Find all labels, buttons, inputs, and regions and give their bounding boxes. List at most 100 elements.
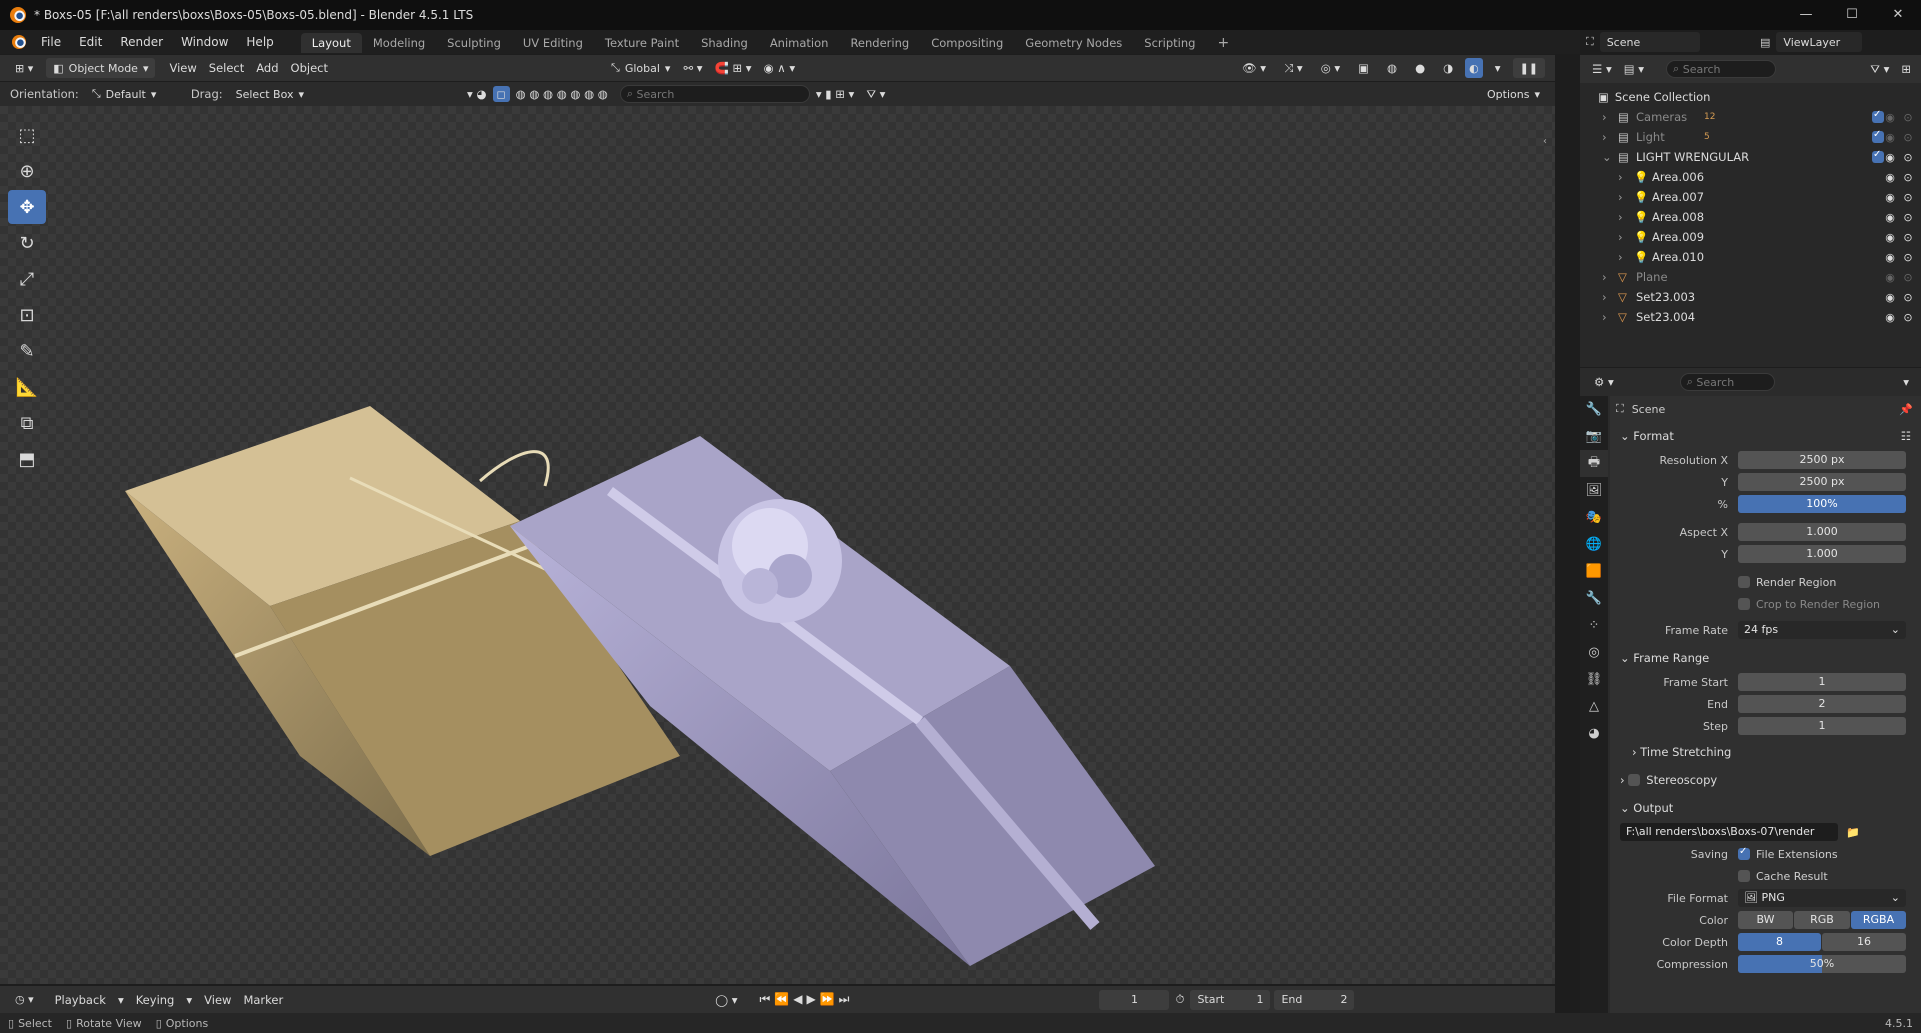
constraints-tab-icon[interactable]: ⛓: [1580, 666, 1608, 693]
visibility-icon[interactable]: 👁 ▾: [1236, 59, 1272, 77]
visibility-eye-icon[interactable]: ◉: [1882, 291, 1898, 304]
properties-editor-icon[interactable]: ⚙ ▾: [1588, 373, 1620, 391]
render-camera-icon[interactable]: ⊙: [1900, 171, 1916, 184]
outliner-filter-icon[interactable]: ⛛ ▾: [1864, 60, 1895, 79]
shading-solid-icon[interactable]: ●: [1409, 59, 1431, 77]
menu-window[interactable]: Window: [172, 35, 237, 49]
options-dropdown[interactable]: Options ▾: [1480, 84, 1547, 104]
time-stretching-header[interactable]: › Time Stretching: [1610, 738, 1921, 766]
visibility-eye-icon[interactable]: ◉: [1882, 311, 1898, 324]
start-frame-field[interactable]: Start 1: [1190, 989, 1271, 1010]
physics-tab-icon[interactable]: ◎: [1580, 639, 1608, 666]
file-extensions-checkbox[interactable]: [1738, 846, 1750, 860]
compression-slider[interactable]: 50%: [1738, 955, 1906, 973]
drag-dropdown[interactable]: Select Box ▾: [229, 84, 311, 104]
tab-geometry-nodes[interactable]: Geometry Nodes: [1014, 33, 1133, 53]
auto-keying-icon[interactable]: ◯ ▾: [709, 991, 743, 1009]
color-rgba-button[interactable]: RGBA: [1851, 911, 1906, 929]
color-rgb-button[interactable]: RGB: [1794, 911, 1850, 929]
crop-region-checkbox[interactable]: [1738, 598, 1750, 610]
tab-modeling[interactable]: Modeling: [362, 33, 436, 53]
render-camera-icon[interactable]: ⊙: [1900, 251, 1916, 264]
visibility-eye-icon[interactable]: ◉: [1882, 191, 1898, 204]
shading-wireframe-icon[interactable]: ◍: [1381, 59, 1403, 77]
minimize-button[interactable]: —: [1783, 0, 1829, 30]
end-frame-field[interactable]: End 2: [1274, 989, 1355, 1010]
xray-icon[interactable]: ▣: [1352, 59, 1375, 77]
menu-select[interactable]: Select: [203, 59, 250, 77]
properties-options-icon[interactable]: ▾: [1897, 373, 1915, 391]
shading-material-icon[interactable]: ◑: [1437, 59, 1459, 77]
outliner-item[interactable]: › ▽ Set23.003 ◉ ⊙: [1580, 287, 1921, 307]
transform-tool-icon[interactable]: ⊡: [8, 298, 46, 332]
expand-chevron-icon[interactable]: ›: [1618, 210, 1623, 224]
menu-object[interactable]: Object: [285, 59, 334, 77]
presets-icon[interactable]: ☷: [1901, 429, 1911, 443]
view-layer-tab-icon[interactable]: 🖼: [1580, 477, 1608, 504]
render-camera-icon[interactable]: ⊙: [1900, 131, 1916, 144]
add-cube-tool-icon[interactable]: ⧉: [8, 406, 46, 440]
render-camera-icon[interactable]: ⊙: [1900, 211, 1916, 224]
add-primitive-tool-icon[interactable]: ⬒: [8, 442, 46, 476]
resolution-y-field[interactable]: 2500 px: [1738, 473, 1906, 491]
rotate-tool-icon[interactable]: ↻: [8, 226, 46, 260]
render-camera-icon[interactable]: ⊙: [1900, 271, 1916, 284]
depth-16-button[interactable]: 16: [1822, 933, 1906, 951]
menu-file[interactable]: File: [32, 35, 70, 49]
orientation-dropdown[interactable]: ⤡ Default ▾: [85, 84, 185, 104]
editor-type-icon[interactable]: ⊞ ▾: [8, 58, 40, 78]
menu-edit[interactable]: Edit: [70, 35, 111, 49]
tool-tab-icon[interactable]: 🔧: [1580, 396, 1608, 423]
measure-tool-icon[interactable]: 📐: [8, 370, 46, 404]
render-camera-icon[interactable]: ⊙: [1900, 191, 1916, 204]
particles-tab-icon[interactable]: ⁘: [1580, 612, 1608, 639]
3d-viewport[interactable]: ‹: [0, 106, 1555, 984]
frame-start-field[interactable]: 1: [1738, 673, 1906, 691]
viewlayer-selector[interactable]: ▤ ViewLayer: [1760, 32, 1863, 52]
annotate-tool-icon[interactable]: ✎: [8, 334, 46, 368]
visibility-eye-icon[interactable]: ◉: [1882, 271, 1898, 284]
file-format-dropdown[interactable]: 🖼 PNG ⌄: [1738, 889, 1906, 907]
properties-search-input[interactable]: ⌕ Search: [1679, 373, 1775, 391]
world-tab-icon[interactable]: 🌐: [1580, 531, 1608, 558]
tab-rendering[interactable]: Rendering: [839, 33, 920, 53]
render-camera-icon[interactable]: ⊙: [1900, 151, 1916, 164]
object-tab-icon[interactable]: 🟧: [1580, 558, 1608, 585]
tab-texture-paint[interactable]: Texture Paint: [594, 33, 690, 53]
playback-controls-icon[interactable]: ⏮⏪◀▶⏩⏭: [754, 990, 860, 1009]
visibility-eye-icon[interactable]: ◉: [1882, 111, 1898, 124]
filter-dropdown-icon[interactable]: ▾ ◕: [461, 85, 492, 103]
outliner-item[interactable]: › ▤ Cameras 12 ◉⊙: [1580, 107, 1921, 127]
visibility-eye-icon[interactable]: ◉: [1882, 171, 1898, 184]
menu-render[interactable]: Render: [111, 35, 172, 49]
scene-tab-icon[interactable]: 🎭: [1580, 504, 1608, 531]
menu-keying[interactable]: Keying: [130, 991, 181, 1009]
output-panel-header[interactable]: ⌄ Output: [1610, 794, 1921, 822]
tab-scripting[interactable]: Scripting: [1133, 33, 1206, 53]
menu-help[interactable]: Help: [237, 35, 282, 49]
visibility-eye-icon[interactable]: ◉: [1882, 231, 1898, 244]
timeline-editor-icon[interactable]: ◷ ▾: [8, 990, 41, 1010]
depth-8-button[interactable]: 8: [1738, 933, 1821, 951]
visibility-eye-icon[interactable]: ◉: [1882, 211, 1898, 224]
bookmark-icon[interactable]: ▾ ▮ ⊞ ▾: [810, 85, 860, 103]
folder-icon[interactable]: 📁: [1846, 826, 1860, 839]
outliner-search-input[interactable]: ⌕ Search: [1666, 60, 1777, 78]
menu-marker[interactable]: Marker: [237, 991, 289, 1009]
pivot-icon[interactable]: ⚯ ▾: [677, 59, 708, 77]
object-type-filters-icon[interactable]: ◍ ◍ ◍ ◍ ◍ ◍ ◍: [510, 85, 614, 103]
outliner-item[interactable]: › ▽ Plane ◉ ⊙: [1580, 267, 1921, 287]
move-tool-icon[interactable]: ✥: [8, 190, 46, 224]
material-tab-icon[interactable]: ◕: [1580, 720, 1608, 747]
tab-animation[interactable]: Animation: [759, 33, 840, 53]
aspect-y-field[interactable]: 1.000: [1738, 545, 1906, 563]
stereoscopy-checkbox[interactable]: [1628, 774, 1641, 786]
stereoscopy-header[interactable]: › Stereoscopy: [1610, 766, 1921, 794]
resolution-x-field[interactable]: 2500 px: [1738, 451, 1906, 469]
outliner-item[interactable]: › ▤ Light 5 ◉⊙: [1580, 127, 1921, 147]
expand-chevron-icon[interactable]: ›: [1618, 250, 1623, 264]
visibility-eye-icon[interactable]: ◉: [1882, 151, 1898, 164]
output-tab-icon[interactable]: 🖶: [1580, 450, 1608, 477]
tab-layout[interactable]: Layout: [300, 33, 362, 53]
collapse-sidebar-icon[interactable]: ‹: [1543, 136, 1547, 147]
